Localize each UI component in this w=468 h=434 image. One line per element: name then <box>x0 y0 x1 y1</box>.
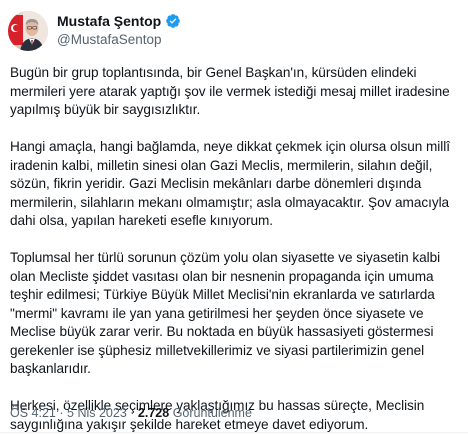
avatar[interactable] <box>8 11 48 51</box>
meta-separator: · <box>59 406 64 420</box>
tweet-header: Mustafa Şentop @MustafaSentop <box>0 0 468 64</box>
profile-photo-icon <box>8 11 48 51</box>
tweet-card: Mustafa Şentop @MustafaSentop Bugün bir … <box>0 0 468 433</box>
tweet-paragraph: Toplumsal her türlü sorunun çözüm yolu o… <box>10 250 441 376</box>
author-names: Mustafa Şentop @MustafaSentop <box>57 12 181 49</box>
display-name-row: Mustafa Şentop <box>57 12 181 30</box>
tweet-date[interactable]: 5 Nis 2023 <box>67 406 127 420</box>
tweet-paragraph: Bugün bir grup toplantısında, bir Genel … <box>10 65 450 117</box>
display-name[interactable]: Mustafa Şentop <box>57 12 161 30</box>
tweet-time[interactable]: ÖS 4:21 <box>10 406 56 420</box>
tweet-paragraph: Hangi amaçla, hangi bağlamda, neye dikka… <box>10 139 450 228</box>
tweet-meta: ÖS 4:21 · 5 Nis 2023 · 2.728 Görüntülenm… <box>10 405 252 421</box>
verified-badge-icon[interactable] <box>165 13 181 29</box>
views-label[interactable]: Görüntülenme <box>173 406 252 420</box>
views-count[interactable]: 2.728 <box>138 406 169 420</box>
tweet-text: Bugün bir grup toplantısında, bir Genel … <box>10 64 462 434</box>
author-handle[interactable]: @MustafaSentop <box>57 31 181 49</box>
meta-separator: · <box>130 406 135 420</box>
